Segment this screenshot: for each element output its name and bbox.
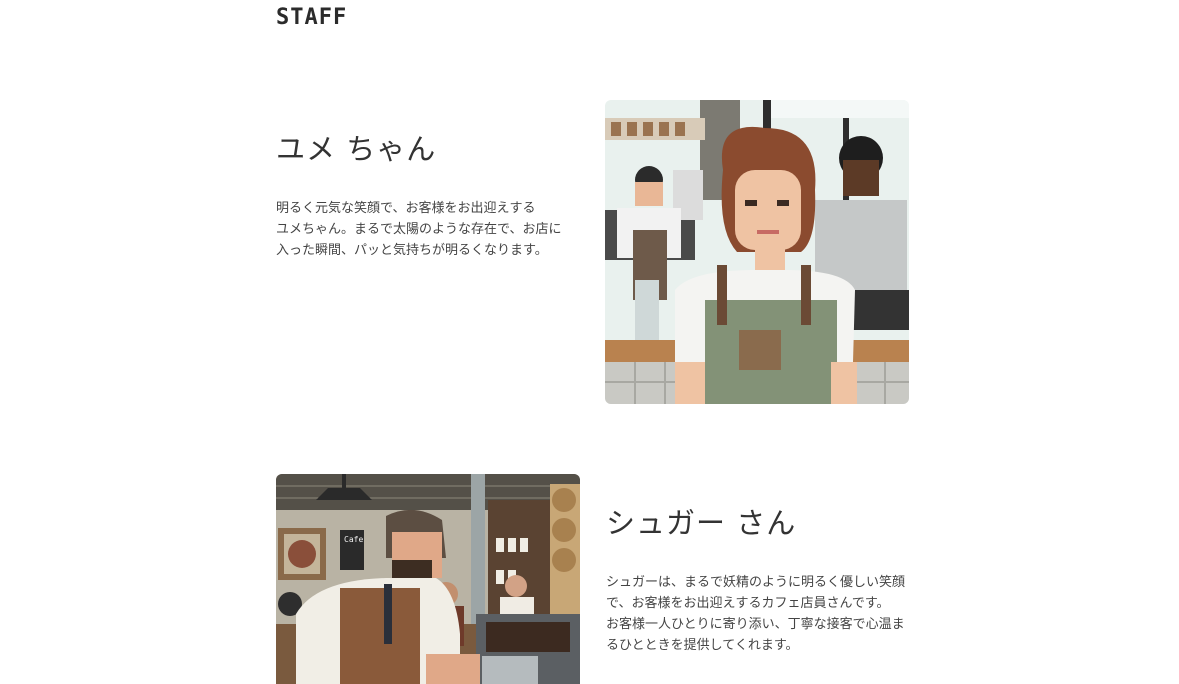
staff-description: シュガーは、まるで妖精のように明るく優しい笑顔 で、お客様をお出迎えするカフェ店… [606, 572, 916, 656]
description-line: ユメちゃん。まるで太陽のような存在で、お店に [276, 222, 562, 237]
staff-name: シュガー さん [606, 506, 797, 540]
description-line: お客様一人ひとりに寄り添い、丁寧な接客で心温ま [606, 617, 905, 632]
staff-description: 明るく元気な笑顔で、お客様をお出迎えする ユメちゃん。まるで太陽のような存在で、… [276, 198, 576, 261]
staff-photo-sugar: Cafe [276, 474, 580, 684]
pixel-art-barista-man-icon: Cafe [276, 474, 580, 684]
description-line: で、お客様をお出迎えするカフェ店員さんです。 [606, 596, 890, 611]
staff-card-yume: ユメ ちゃん 明るく元気な笑顔で、お客様をお出迎えする ユメちゃん。まるで太陽の… [276, 126, 576, 261]
section-title: STAFF [276, 5, 348, 30]
staff-card-sugar: シュガー さん シュガーは、まるで妖精のように明るく優しい笑顔 で、お客様をお出… [606, 500, 916, 656]
description-line: るひとときを提供してくれます。 [606, 638, 799, 653]
pixel-art-barista-woman-icon [605, 100, 909, 404]
description-line: シュガーは、まるで妖精のように明るく優しい笑顔 [606, 575, 906, 590]
cafe-sign: Cafe [344, 535, 363, 544]
description-line: 入った瞬間、パッと気持ちが明るくなります。 [276, 243, 548, 258]
staff-photo-yume [605, 100, 909, 404]
description-line: 明るく元気な笑顔で、お客様をお出迎えする [276, 201, 536, 216]
staff-name: ユメ ちゃん [276, 132, 437, 166]
staff-page: STAFF ユメ ちゃん 明るく元気な笑顔で、お客様をお出迎えする ユメちゃん。… [0, 0, 1179, 684]
